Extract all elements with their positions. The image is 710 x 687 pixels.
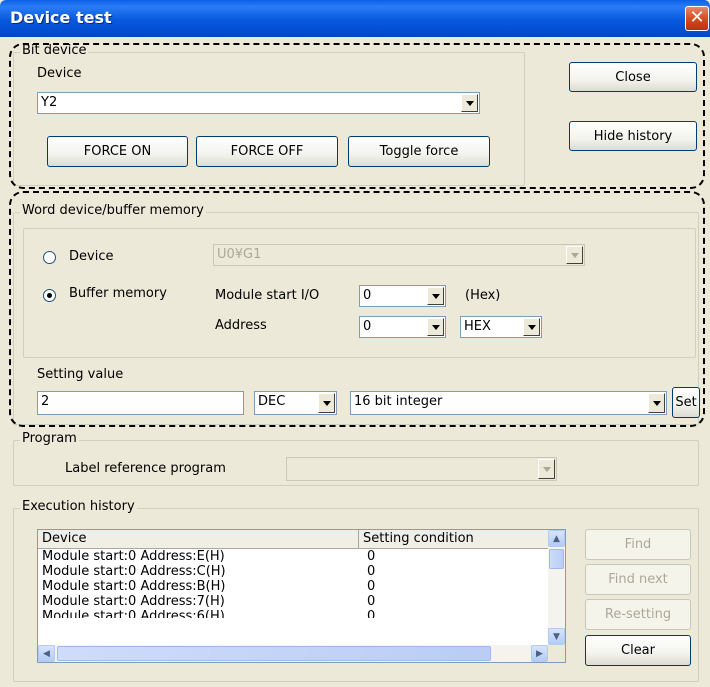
chevron-up-icon: ▲ <box>553 533 560 544</box>
chevron-down-icon[interactable] <box>461 94 478 112</box>
row-device: Module start:0 Address:7(H) <box>42 594 225 609</box>
close-button[interactable]: Close <box>569 62 697 92</box>
setting-value-label: Setting value <box>37 367 124 382</box>
find-button[interactable]: Find <box>585 529 691 560</box>
table-row[interactable]: Module start:0 Address:E(H) 0 <box>38 549 550 564</box>
execution-history-group-label: Execution history <box>20 499 137 514</box>
chevron-down-icon[interactable] <box>427 318 444 336</box>
chevron-left-icon: ◀ <box>43 648 50 659</box>
data-type-value: 16 bit integer <box>354 394 443 409</box>
table-row[interactable]: Module start:0 Address:6(H) 0 <box>38 609 550 618</box>
word-device-select: U0¥G1 <box>213 244 585 266</box>
row-device: Module start:0 Address:C(H) <box>42 564 226 579</box>
address-format-select[interactable]: HEX <box>460 316 542 338</box>
label-reference-label: Label reference program <box>65 461 226 476</box>
setting-format-select[interactable]: DEC <box>254 391 337 415</box>
row-device: Module start:0 Address:E(H) <box>42 549 225 564</box>
hide-history-button[interactable]: Hide history <box>569 121 697 151</box>
chevron-down-icon <box>566 246 583 264</box>
window-title: Device test <box>10 8 112 27</box>
label-reference-select <box>286 457 557 481</box>
word-device-value: U0¥G1 <box>217 247 262 262</box>
scroll-right-button[interactable]: ▶ <box>531 645 548 662</box>
resetting-button[interactable]: Re-setting <box>585 599 691 630</box>
table-row[interactable]: Module start:0 Address:C(H) 0 <box>38 564 550 579</box>
setting-value-input[interactable]: 2 <box>37 391 244 415</box>
module-start-label: Module start I/O <box>215 288 320 303</box>
device-radio-label[interactable]: Device <box>69 249 113 264</box>
row-device: Module start:0 Address:6(H) <box>42 609 225 618</box>
address-value: 0 <box>363 319 372 334</box>
row-condition: 0 <box>367 594 376 609</box>
toggle-force-button[interactable]: Toggle force <box>348 136 490 167</box>
chevron-down-icon: ▼ <box>553 631 560 642</box>
row-condition: 0 <box>367 609 376 618</box>
row-device: Module start:0 Address:B(H) <box>42 579 226 594</box>
address-format-value: HEX <box>464 319 491 334</box>
scroll-corner <box>548 645 565 662</box>
column-header-setting-condition[interactable]: Setting condition <box>359 530 550 549</box>
chevron-down-icon <box>538 459 555 479</box>
column-header-device[interactable]: Device <box>38 530 359 549</box>
vertical-scroll-thumb[interactable] <box>549 549 564 569</box>
scroll-left-button[interactable]: ◀ <box>38 645 55 662</box>
buffer-memory-radio[interactable] <box>43 289 56 302</box>
force-on-button[interactable]: FORCE ON <box>47 136 188 167</box>
device-radio[interactable] <box>43 251 56 264</box>
address-select[interactable]: 0 <box>359 316 446 338</box>
row-condition: 0 <box>367 579 376 594</box>
table-row[interactable]: Module start:0 Address:B(H) 0 <box>38 579 550 594</box>
buffer-memory-radio-label[interactable]: Buffer memory <box>69 286 167 301</box>
chevron-down-icon[interactable] <box>427 287 444 305</box>
clear-button[interactable]: Clear <box>585 635 691 666</box>
chevron-down-icon[interactable] <box>523 318 540 336</box>
module-start-value: 0 <box>363 288 372 303</box>
module-start-select[interactable]: 0 <box>359 285 446 307</box>
history-list[interactable]: Device Setting condition Module start:0 … <box>37 529 566 663</box>
vertical-scrollbar[interactable]: ▲ ▼ <box>548 530 565 645</box>
close-icon: ✕ <box>689 7 705 28</box>
bit-device-label: Device <box>37 66 82 81</box>
find-next-button[interactable]: Find next <box>585 564 691 595</box>
hex-suffix-label: (Hex) <box>465 288 501 303</box>
bit-device-value: Y2 <box>41 95 58 110</box>
title-bar[interactable]: Device test ✕ <box>0 0 710 37</box>
data-type-select[interactable]: 16 bit integer <box>350 391 667 415</box>
horizontal-scrollbar[interactable]: ◀ ▶ <box>38 645 548 662</box>
close-window-button[interactable]: ✕ <box>685 6 709 31</box>
scroll-up-button[interactable]: ▲ <box>548 530 565 547</box>
chevron-right-icon: ▶ <box>536 648 543 659</box>
table-row[interactable]: Module start:0 Address:7(H) 0 <box>38 594 550 609</box>
horizontal-scroll-thumb[interactable] <box>57 646 491 661</box>
chevron-down-icon[interactable] <box>648 393 665 413</box>
setting-format-value: DEC <box>258 394 286 409</box>
bit-device-group-label: Bit device <box>20 43 89 58</box>
scroll-down-button[interactable]: ▼ <box>548 628 565 645</box>
chevron-down-icon[interactable] <box>318 393 335 413</box>
dialog-client: Bit device Device Y2 FORCE ON FORCE OFF … <box>3 37 707 684</box>
setting-value-text: 2 <box>41 394 50 409</box>
bit-device-select[interactable]: Y2 <box>37 92 480 114</box>
row-condition: 0 <box>367 549 376 564</box>
row-condition: 0 <box>367 564 376 579</box>
set-button[interactable]: Set <box>672 387 700 418</box>
word-device-group-label: Word device/buffer memory <box>20 203 206 218</box>
program-group-label: Program <box>20 431 79 446</box>
address-label: Address <box>215 318 267 333</box>
force-off-button[interactable]: FORCE OFF <box>196 136 338 167</box>
